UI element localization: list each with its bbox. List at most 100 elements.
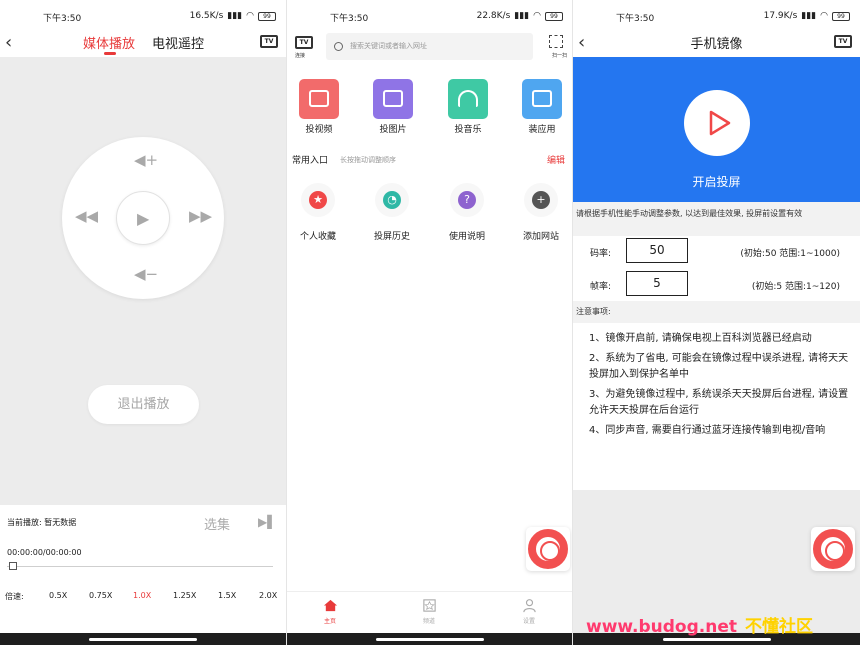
network-speed: 22.8K/s bbox=[476, 11, 511, 21]
fps-input[interactable]: 5 bbox=[626, 271, 688, 296]
add-site-shortcut[interactable]: + bbox=[524, 183, 558, 217]
speed-option-active[interactable]: 1.0X bbox=[133, 591, 151, 600]
volume-down-icon[interactable]: ◀− bbox=[134, 265, 158, 283]
start-mirror-label: 开启投屏 bbox=[692, 175, 741, 189]
page-title: 手机镜像 bbox=[690, 37, 743, 52]
signal-icon: ▮▮▮ bbox=[514, 11, 530, 21]
play-icon: ▶ bbox=[137, 209, 150, 228]
channel-icon bbox=[422, 599, 436, 612]
quick-label: 投图片 bbox=[379, 125, 407, 135]
notice-item: 3、为避免镜像过程中, 系统误杀天天投屏后台进程, 请设置允许天天投屏在后台运行 bbox=[589, 389, 849, 416]
shortcut-label: 投屏历史 bbox=[373, 232, 410, 242]
media-playback-screen: 下午3:50 16.5K/s ▮▮▮ ◠ 99 ‹ 媒体播放 电视遥控 TV ◀… bbox=[0, 0, 286, 645]
settings-hint: 请根据手机性能手动调整参数, 以达到最佳效果, 投屏前设置有效 bbox=[573, 202, 860, 236]
notice-title: 注意事项: bbox=[573, 301, 860, 323]
mirror-banner: 开启投屏 bbox=[573, 57, 860, 202]
search-input[interactable]: 搜索关键词或者输入网址 bbox=[326, 33, 533, 60]
scan-icon[interactable] bbox=[549, 35, 563, 48]
status-bar: 下午3:50 17.9K/s ▮▮▮ ◠ 99 bbox=[573, 0, 860, 30]
signal-icon: ▮▮▮ bbox=[227, 11, 243, 21]
notice-item: 4、同步声音, 需要自行通过蓝牙连接传输到电视/音响 bbox=[589, 425, 826, 436]
signal-icon: ▮▮▮ bbox=[801, 11, 817, 21]
battery-icon: 99 bbox=[832, 11, 850, 21]
progress-handle[interactable] bbox=[9, 562, 17, 570]
screen-mirror-screen: 下午3:50 17.9K/s ▮▮▮ ◠ 99 ‹ 手机镜像 TV 开启投屏 请… bbox=[573, 0, 860, 645]
network-speed: 16.5K/s bbox=[189, 11, 224, 21]
battery-icon: 99 bbox=[545, 11, 563, 21]
fps-range: (初始:5 范围:1~120) bbox=[751, 282, 840, 292]
home-indicator[interactable] bbox=[662, 638, 771, 641]
now-playing-text: 当前播放: 暂无数据 bbox=[7, 518, 77, 527]
watermark: www.budog.net 不懂社区 bbox=[586, 617, 813, 637]
speed-option[interactable]: 1.25X bbox=[173, 591, 196, 600]
tv-icon[interactable]: TV bbox=[260, 35, 278, 48]
bottom-nav: 主页 频道 设置 bbox=[287, 591, 573, 633]
cast-music-button[interactable] bbox=[448, 79, 488, 119]
tv-connect-label: 连接 bbox=[295, 53, 306, 59]
tv-connect-icon[interactable]: TV bbox=[295, 36, 313, 49]
favorites-shortcut[interactable]: ★ bbox=[301, 183, 335, 217]
edit-button[interactable]: 编辑 bbox=[547, 153, 565, 166]
choose-episode-button[interactable]: 选集 bbox=[204, 514, 230, 533]
rewind-icon[interactable]: ◀◀ bbox=[75, 207, 98, 225]
box-icon bbox=[532, 90, 552, 107]
volume-up-icon[interactable]: ◀+ bbox=[134, 151, 158, 169]
cast-video-button[interactable] bbox=[299, 79, 339, 119]
quick-label: 装应用 bbox=[528, 125, 556, 135]
system-nav-bar bbox=[287, 633, 573, 645]
tab-media-playback[interactable]: 媒体播放 bbox=[83, 33, 135, 52]
wifi-icon: ◠ bbox=[246, 11, 254, 21]
shortcut-label: 使用说明 bbox=[448, 232, 485, 242]
fast-forward-icon[interactable]: ▶▶ bbox=[189, 207, 212, 225]
quick-label: 投音乐 bbox=[454, 125, 482, 135]
start-mirror-button[interactable] bbox=[684, 90, 750, 156]
home-indicator[interactable] bbox=[376, 638, 484, 641]
notice-item: 1、镜像开启前, 请确保电视上百科浏览器已经启动 bbox=[589, 333, 812, 344]
notice-item: 2、系统为了省电, 可能会在镜像过程中误杀进程, 请将天天投屏加入到保护名单中 bbox=[589, 353, 849, 380]
tab-tv-remote[interactable]: 电视遥控 bbox=[152, 33, 204, 52]
floating-help-button[interactable] bbox=[811, 527, 855, 571]
status-time: 下午3:50 bbox=[43, 14, 82, 24]
video-icon bbox=[309, 90, 329, 107]
user-icon bbox=[522, 599, 536, 613]
play-icon bbox=[709, 110, 731, 136]
home-header: TV 连接 搜索关键词或者输入网址 扫一扫 bbox=[287, 30, 573, 65]
play-button[interactable]: ▶ bbox=[116, 191, 170, 245]
nav-channels[interactable]: 频道 bbox=[409, 598, 449, 625]
bitrate-input[interactable]: 50 bbox=[626, 238, 688, 263]
skip-next-icon[interactable]: ▶▌ bbox=[258, 515, 276, 529]
fps-row: 帧率: 5 (初始:5 范围:1~120) bbox=[573, 269, 860, 303]
speed-option[interactable]: 0.75X bbox=[89, 591, 112, 600]
clock-icon: ◔ bbox=[383, 191, 401, 209]
headphones-icon bbox=[458, 90, 478, 107]
cast-image-button[interactable] bbox=[373, 79, 413, 119]
image-icon bbox=[383, 90, 403, 107]
speed-option[interactable]: 0.5X bbox=[49, 591, 67, 600]
help-shortcut[interactable]: ? bbox=[450, 183, 484, 217]
network-speed: 17.9K/s bbox=[763, 11, 798, 21]
remote-dpad: ◀+ ◀− ◀◀ ▶▶ ▶ bbox=[62, 137, 224, 299]
nav-settings[interactable]: 设置 bbox=[509, 598, 549, 625]
battery-icon: 99 bbox=[258, 11, 276, 21]
wifi-icon: ◠ bbox=[533, 11, 541, 21]
status-bar: 下午3:50 16.5K/s ▮▮▮ ◠ 99 bbox=[0, 0, 286, 30]
speed-option[interactable]: 2.0X bbox=[259, 591, 277, 600]
home-indicator[interactable] bbox=[89, 638, 197, 641]
exit-playback-button[interactable]: 退出播放 bbox=[88, 385, 199, 424]
shortcut-label: 个人收藏 bbox=[299, 232, 336, 242]
speed-option[interactable]: 1.5X bbox=[218, 591, 236, 600]
nav-home[interactable]: 主页 bbox=[310, 598, 350, 625]
tv-icon[interactable]: TV bbox=[834, 35, 852, 48]
floating-help-button[interactable] bbox=[526, 527, 570, 571]
install-app-button[interactable] bbox=[522, 79, 562, 119]
history-shortcut[interactable]: ◔ bbox=[375, 183, 409, 217]
status-time: 下午3:50 bbox=[330, 14, 369, 24]
mirror-header: ‹ 手机镜像 TV bbox=[573, 30, 860, 57]
back-icon[interactable]: ‹ bbox=[5, 32, 12, 53]
question-icon: ? bbox=[458, 191, 476, 209]
lifebuoy-icon bbox=[813, 529, 853, 569]
system-nav-bar bbox=[0, 633, 286, 645]
section-title: 常用入口 bbox=[292, 156, 329, 166]
bitrate-row: 码率: 50 (初始:50 范围:1~1000) bbox=[573, 236, 860, 270]
progress-track[interactable] bbox=[7, 566, 273, 567]
